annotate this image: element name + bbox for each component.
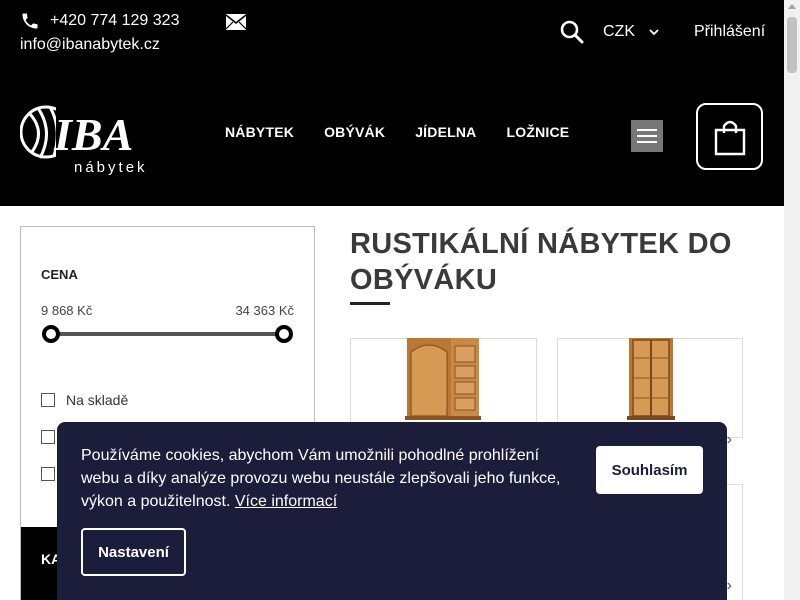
search-icon[interactable] bbox=[560, 20, 584, 49]
product-image-wardrobe bbox=[405, 338, 481, 420]
price-slider-track[interactable] bbox=[51, 332, 284, 336]
page-title: RUSTIKÁLNÍ NÁBYTEK DO OBÝVÁKU bbox=[350, 228, 732, 296]
logo-subtext: nábytek bbox=[74, 159, 148, 176]
logo-text: IBA bbox=[53, 109, 133, 160]
chevron-down-icon bbox=[649, 29, 659, 36]
cart-icon bbox=[714, 120, 745, 155]
top-bar: +420 774 129 323 info@ibanabytek.cz CZK … bbox=[0, 0, 784, 66]
filter-in-stock[interactable]: Na skladě bbox=[41, 392, 128, 408]
price-min-value: 9 868 Kč bbox=[41, 303, 93, 318]
cookie-message: Používáme cookies, abychom Vám umožnili … bbox=[81, 444, 571, 513]
currency-select[interactable]: CZK bbox=[603, 23, 659, 41]
nav-item-loznice[interactable]: LOŽNICE bbox=[506, 124, 569, 140]
site-logo[interactable]: IBA nábytek bbox=[19, 92, 160, 183]
mail-icon[interactable] bbox=[225, 14, 247, 35]
currency-value: CZK bbox=[603, 23, 635, 40]
filter-checkbox[interactable] bbox=[41, 430, 55, 444]
price-max-value: 34 363 Kč bbox=[235, 303, 294, 318]
price-slider-min-handle[interactable] bbox=[42, 325, 60, 343]
login-link[interactable]: Přihlášení bbox=[694, 23, 765, 41]
cookie-more-info-link[interactable]: Více informací bbox=[235, 493, 337, 510]
menu-icon[interactable] bbox=[631, 120, 663, 152]
page-scrollbar[interactable] bbox=[784, 0, 800, 600]
phone-icon bbox=[22, 13, 38, 29]
nav-item-jidelna[interactable]: JÍDELNA bbox=[415, 124, 476, 140]
cookie-settings-button[interactable]: Nastavení bbox=[81, 528, 186, 576]
price-slider-max-handle[interactable] bbox=[275, 325, 293, 343]
cookie-banner: Používáme cookies, abychom Vám umožnili … bbox=[57, 422, 727, 600]
phone-link[interactable]: +420 774 129 323 bbox=[20, 11, 179, 31]
filter-checkbox[interactable] bbox=[41, 467, 55, 481]
product-arrow-icon[interactable]: › bbox=[727, 577, 732, 595]
main-nav: NÁBYTEK OBÝVÁK JÍDELNA LOŽNICE bbox=[225, 124, 599, 140]
scrollbar-thumb[interactable] bbox=[787, 17, 797, 73]
in-stock-checkbox[interactable] bbox=[41, 393, 55, 407]
price-filter-title: CENA bbox=[41, 267, 78, 282]
phone-number[interactable]: +420 774 129 323 bbox=[50, 12, 179, 30]
product-arrow-icon[interactable]: › bbox=[727, 431, 732, 449]
scroll-up-icon[interactable] bbox=[788, 4, 796, 9]
cart-button[interactable] bbox=[696, 103, 763, 170]
email-link[interactable]: info@ibanabytek.cz bbox=[20, 36, 160, 54]
nav-item-nabytek[interactable]: NÁBYTEK bbox=[225, 124, 294, 140]
site-header: IBA nábytek NÁBYTEK OBÝVÁK JÍDELNA LOŽNI… bbox=[0, 66, 784, 206]
product-image-cabinet bbox=[627, 338, 675, 420]
in-stock-label: Na skladě bbox=[66, 392, 129, 408]
cookie-agree-button[interactable]: Souhlasím bbox=[596, 446, 703, 494]
nav-item-obyvak[interactable]: OBÝVÁK bbox=[324, 124, 385, 140]
title-divider bbox=[350, 302, 390, 305]
